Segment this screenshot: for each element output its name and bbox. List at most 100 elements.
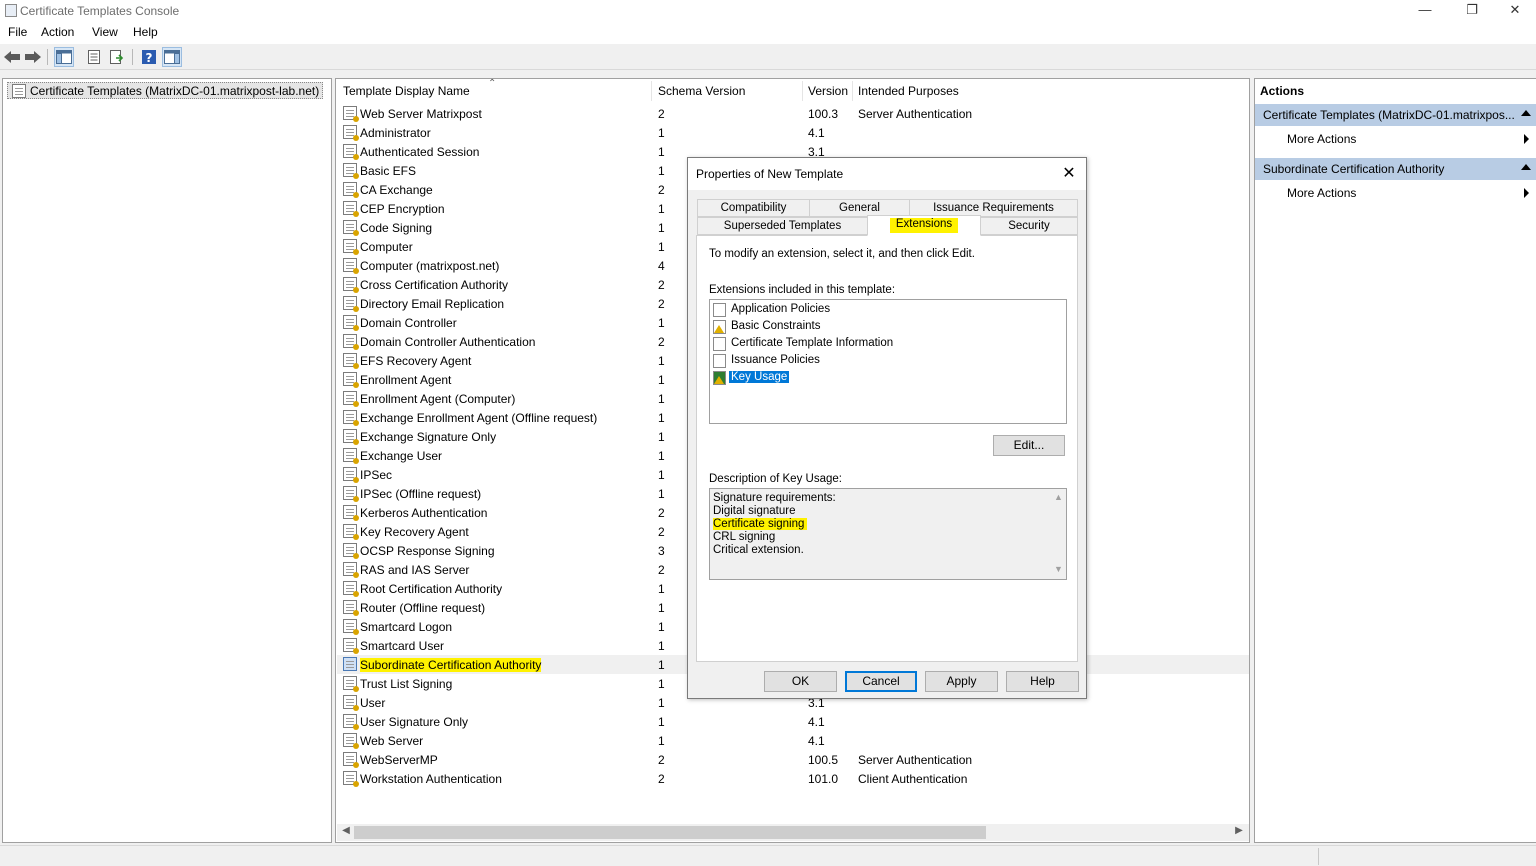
description-scrollbar[interactable]: ▲ ▼: [1050, 490, 1066, 578]
properties-icon[interactable]: [84, 47, 104, 67]
table-row[interactable]: Web Server 1 4.1: [337, 731, 1249, 750]
scrollbar-thumb[interactable]: [354, 826, 986, 839]
cell-schema-version: 2: [658, 525, 665, 539]
cell-template-name: Web Server Matrixpost: [360, 107, 482, 121]
scroll-left-arrow-icon[interactable]: ◀: [339, 825, 353, 840]
properties-dialog: Properties of New Template ✕ Compatibili…: [687, 157, 1087, 699]
cell-template-name: WebServerMP: [360, 753, 438, 767]
column-divider[interactable]: [852, 81, 853, 101]
cell-template-name: Exchange Signature Only: [360, 430, 497, 444]
help-icon[interactable]: ?: [139, 47, 159, 67]
tree-item-certificate-templates[interactable]: Certificate Templates (MatrixDC-01.matri…: [7, 82, 324, 99]
ok-button[interactable]: OK: [764, 671, 837, 692]
cell-schema-version: 1: [658, 392, 665, 406]
dialog-close-button[interactable]: ✕: [1058, 163, 1080, 185]
menu-file[interactable]: File: [8, 25, 27, 39]
scroll-down-arrow-icon[interactable]: ▼: [1054, 564, 1063, 574]
menu-help[interactable]: Help: [133, 25, 158, 39]
action-section-subordinate-ca[interactable]: Subordinate Certification Authority: [1255, 158, 1536, 180]
back-arrow-icon[interactable]: [2, 47, 22, 67]
certificate-template-icon: [343, 600, 359, 616]
export-list-icon[interactable]: [107, 47, 127, 67]
maximize-button[interactable]: ❐: [1449, 0, 1495, 22]
cell-template-name: RAS and IAS Server: [360, 563, 470, 577]
certificate-template-icon: [343, 201, 359, 217]
show-hide-action-pane-icon[interactable]: [162, 47, 182, 67]
action-label: More Actions: [1287, 186, 1357, 200]
extension-critical-icon: [713, 371, 726, 385]
close-button[interactable]: ✕: [1492, 0, 1536, 22]
instructions-text: To modify an extension, select it, and t…: [709, 248, 975, 260]
cell-template-name: Computer: [360, 240, 413, 254]
certificate-template-icon: [343, 220, 359, 236]
column-header-schema-version[interactable]: Schema Version: [658, 84, 745, 98]
edit-button[interactable]: Edit...: [993, 435, 1065, 456]
apply-button[interactable]: Apply: [925, 671, 998, 692]
certificate-template-icon: [343, 429, 359, 445]
column-header-version[interactable]: Version: [808, 84, 848, 98]
cell-schema-version: 2: [658, 107, 665, 121]
action-more-actions[interactable]: More Actions: [1255, 183, 1536, 203]
cancel-button[interactable]: Cancel: [845, 671, 917, 692]
cell-intended-purposes: Client Authentication: [858, 772, 968, 786]
extension-label: Basic Constraints: [731, 320, 821, 332]
tab-compatibility[interactable]: Compatibility: [697, 199, 810, 217]
cell-schema-version: 1: [658, 601, 665, 615]
column-header-template-display-name[interactable]: Template Display Name: [343, 84, 470, 98]
action-section-title: Certificate Templates (MatrixDC-01.matri…: [1263, 108, 1515, 122]
certificate-template-icon: [343, 410, 359, 426]
certificate-template-icon: [343, 448, 359, 464]
table-row[interactable]: Web Server Matrixpost 2 100.3 Server Authen…: [337, 104, 1249, 123]
cell-template-name: OCSP Response Signing: [360, 544, 495, 558]
show-hide-console-tree-icon[interactable]: [54, 47, 74, 67]
cell-schema-version: 1: [658, 411, 665, 425]
column-divider[interactable]: [651, 81, 652, 101]
cell-schema-version: 2: [658, 335, 665, 349]
help-button[interactable]: Help: [1006, 671, 1079, 692]
cell-template-name: Exchange User: [360, 449, 443, 463]
window-title: Certificate Templates Console: [20, 4, 180, 18]
cell-template-name: Enrollment Agent (Computer): [360, 392, 516, 406]
cell-template-name: Workstation Authentication: [360, 772, 502, 786]
action-section-certificate-templates[interactable]: Certificate Templates (MatrixDC-01.matri…: [1255, 104, 1536, 126]
tree-item-label: Certificate Templates (MatrixDC-01.matri…: [30, 84, 320, 98]
certificate-template-icon: [343, 714, 359, 730]
extension-label: Key Usage: [729, 371, 790, 383]
forward-arrow-icon[interactable]: [23, 47, 43, 67]
extensions-listbox[interactable]: Application Policies Basic Constraints C…: [709, 299, 1067, 424]
tab-security[interactable]: Security: [980, 217, 1078, 235]
tab-extensions[interactable]: Extensions: [867, 215, 981, 236]
column-header-intended-purposes[interactable]: Intended Purposes: [858, 84, 959, 98]
cell-template-name: Basic EFS: [360, 164, 417, 178]
table-row[interactable]: WebServerMP 2 100.5 Server Authentication: [337, 750, 1249, 769]
column-divider[interactable]: [802, 81, 803, 101]
collapse-icon[interactable]: [1521, 164, 1531, 170]
table-row[interactable]: Workstation Authentication 2 101.0 Client A…: [337, 769, 1249, 788]
cell-version: 101.0: [808, 772, 839, 786]
table-row[interactable]: User Signature Only 1 4.1: [337, 712, 1249, 731]
tab-superseded-templates[interactable]: Superseded Templates: [697, 217, 868, 235]
action-more-actions[interactable]: More Actions: [1255, 129, 1536, 149]
scroll-right-arrow-icon[interactable]: ▶: [1232, 825, 1246, 840]
certificate-template-icon: [343, 543, 359, 559]
certificate-template-icon: [343, 106, 359, 122]
minimize-button[interactable]: —: [1402, 0, 1448, 22]
menu-action[interactable]: Action: [41, 25, 74, 39]
horizontal-scrollbar[interactable]: ◀ ▶: [337, 824, 1249, 841]
certificate-template-icon: [343, 505, 359, 521]
table-row[interactable]: Administrator 1 4.1: [337, 123, 1249, 142]
scroll-up-arrow-icon[interactable]: ▲: [1054, 492, 1063, 502]
toolbar-separator: [47, 49, 48, 65]
certificate-template-icon: [343, 258, 359, 274]
cell-template-name: Smartcard User: [360, 639, 445, 653]
certificate-template-icon: [343, 125, 359, 141]
description-textbox[interactable]: Signature requirements: Digital signatur…: [709, 488, 1067, 580]
cell-template-name: Subordinate Certification Authority: [360, 658, 542, 672]
cell-template-name: Root Certification Authority: [360, 582, 503, 596]
cell-schema-version: 1: [658, 316, 665, 330]
cell-schema-version: 2: [658, 183, 665, 197]
extension-icon: [713, 337, 726, 351]
menu-view[interactable]: View: [92, 25, 118, 39]
certificate-template-icon: [343, 277, 359, 293]
collapse-icon[interactable]: [1521, 110, 1531, 116]
